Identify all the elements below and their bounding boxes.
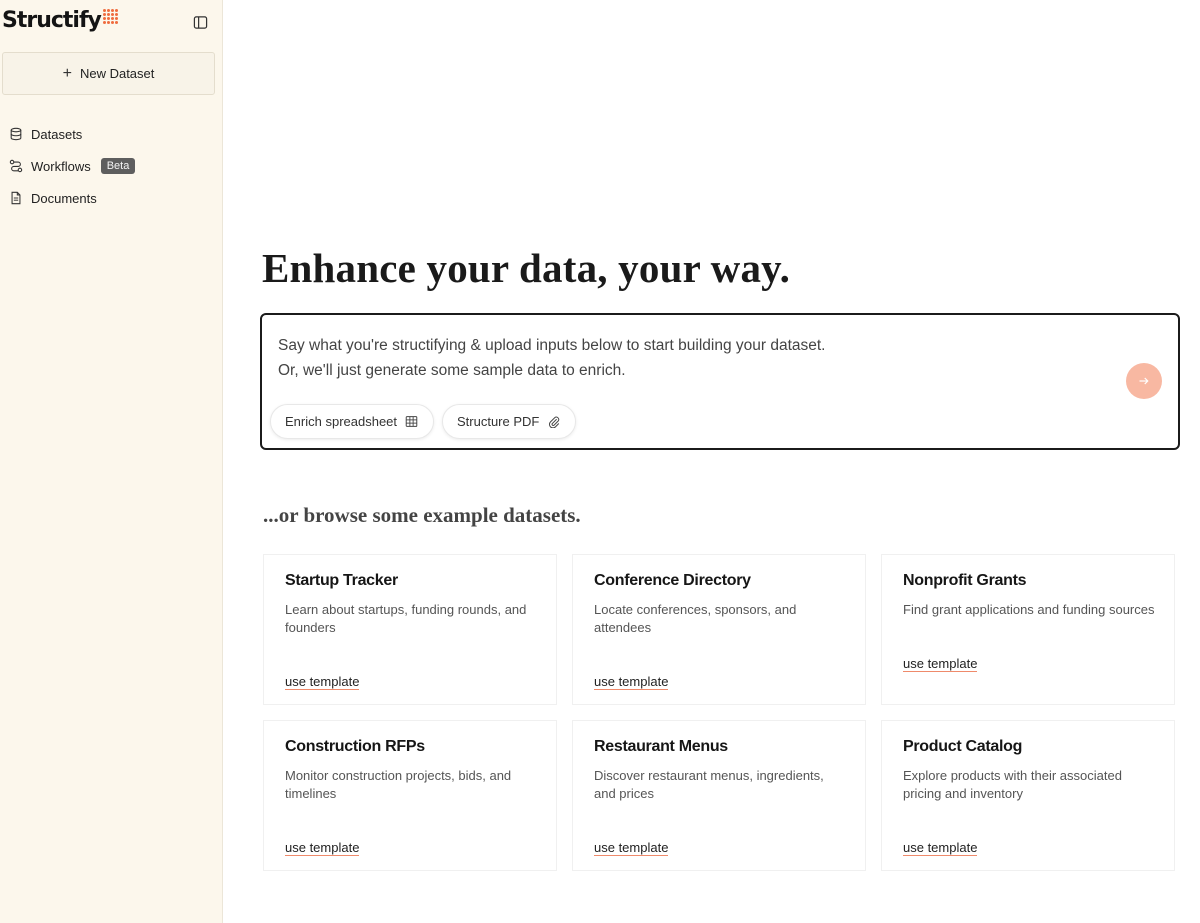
use-template-link[interactable]: use template bbox=[903, 656, 978, 672]
template-card-restaurant-menus[interactable]: Restaurant Menus Discover restaurant men… bbox=[572, 720, 866, 871]
sidebar-item-label: Datasets bbox=[31, 126, 83, 142]
sidebar-toggle-icon[interactable] bbox=[193, 15, 208, 30]
new-dataset-button[interactable]: + New Dataset bbox=[2, 52, 215, 95]
table-icon bbox=[405, 416, 418, 427]
structure-pdf-button[interactable]: Structure PDF bbox=[442, 404, 576, 439]
arrow-right-icon bbox=[1139, 377, 1149, 385]
card-description: Find grant applications and funding sour… bbox=[903, 602, 1155, 617]
chip-label: Enrich spreadsheet bbox=[285, 414, 398, 429]
database-icon bbox=[10, 127, 22, 141]
sidebar-item-label: Workflows bbox=[31, 158, 91, 174]
card-title: Conference Directory bbox=[594, 572, 751, 589]
card-title: Startup Tracker bbox=[285, 572, 398, 589]
sidebar-item-label: Documents bbox=[31, 190, 97, 206]
card-description: Locate conferences, sponsors, and attend… bbox=[594, 602, 797, 635]
use-template-link[interactable]: use template bbox=[594, 674, 669, 690]
document-icon bbox=[11, 191, 21, 205]
prompt-box[interactable]: Say what you're structifying & upload in… bbox=[260, 313, 1180, 450]
send-button[interactable] bbox=[1126, 363, 1162, 399]
use-template-link[interactable]: use template bbox=[903, 840, 978, 856]
card-title: Product Catalog bbox=[903, 738, 1023, 755]
card-title: Nonprofit Grants bbox=[903, 572, 1027, 589]
template-card-conference-directory[interactable]: Conference Directory Locate conferences,… bbox=[572, 554, 866, 705]
prompt-placeholder-line-2: Or, we'll just generate some sample data… bbox=[278, 362, 626, 379]
sidebar-item-documents[interactable]: Documents bbox=[9, 182, 209, 214]
sidebar-item-datasets[interactable]: Datasets bbox=[9, 118, 209, 150]
paperclip-icon bbox=[549, 416, 560, 428]
chip-label: Structure PDF bbox=[457, 414, 540, 429]
sidebar: Structify + New Dataset Datasets Workflo… bbox=[0, 0, 223, 923]
use-template-link[interactable]: use template bbox=[285, 674, 360, 690]
sidebar-item-workflows[interactable]: Workflows Beta bbox=[9, 150, 209, 182]
card-title: Construction RFPs bbox=[285, 738, 425, 755]
page-title: Enhance your data, your way. bbox=[262, 245, 791, 291]
brand-name: Structify bbox=[2, 8, 102, 33]
workflow-icon bbox=[9, 159, 23, 173]
card-title: Restaurant Menus bbox=[594, 738, 728, 755]
template-card-startup-tracker[interactable]: Startup Tracker Learn about startups, fu… bbox=[263, 554, 557, 705]
brand-logo[interactable]: Structify bbox=[2, 6, 118, 36]
new-dataset-label: New Dataset bbox=[79, 66, 155, 81]
browse-heading: ...or browse some example datasets. bbox=[263, 503, 581, 527]
enrich-spreadsheet-button[interactable]: Enrich spreadsheet bbox=[270, 404, 434, 439]
card-description: Discover restaurant menus, ingredients, … bbox=[594, 768, 824, 801]
card-description: Learn about startups, funding rounds, an… bbox=[285, 602, 527, 635]
template-card-nonprofit-grants[interactable]: Nonprofit Grants Find grant applications… bbox=[881, 554, 1175, 705]
use-template-link[interactable]: use template bbox=[285, 840, 360, 856]
card-description: Monitor construction projects, bids, and… bbox=[285, 768, 512, 801]
plus-icon: + bbox=[62, 64, 72, 82]
template-card-construction-rfps[interactable]: Construction RFPs Monitor construction p… bbox=[263, 720, 557, 871]
card-description: Explore products with their associated p… bbox=[903, 768, 1122, 801]
sidebar-nav: Datasets Workflows Beta Documents bbox=[9, 118, 209, 214]
prompt-placeholder-line-1: Say what you're structifying & upload in… bbox=[278, 337, 826, 354]
beta-badge: Beta bbox=[100, 158, 136, 174]
prompt-input[interactable]: Say what you're structifying & upload in… bbox=[278, 333, 1098, 383]
brand-dots-icon bbox=[102, 9, 118, 24]
template-card-product-catalog[interactable]: Product Catalog Explore products with th… bbox=[881, 720, 1175, 871]
use-template-link[interactable]: use template bbox=[594, 840, 669, 856]
